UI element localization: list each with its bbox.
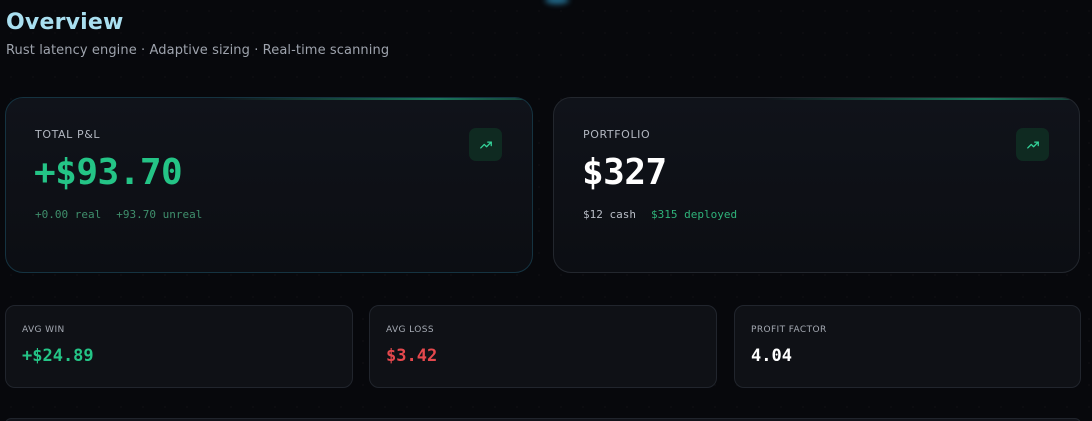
- total-pnl-card: TOTAL P&L +$93.70 +0.00 real +93.70 unre…: [5, 97, 533, 273]
- avg-loss-card: AVG LOSS $3.42: [369, 305, 717, 388]
- portfolio-card: PORTFOLIO $327 $12 cash $315 deployed: [553, 97, 1080, 273]
- profit-factor-label: PROFIT FACTOR: [751, 325, 827, 335]
- portfolio-cash: $12 cash: [583, 208, 636, 221]
- avg-loss-label: AVG LOSS: [386, 325, 434, 335]
- avg-win-label: AVG WIN: [22, 325, 65, 335]
- realized-pnl: +0.00 real: [35, 208, 102, 221]
- portfolio-deployed: $315 deployed: [650, 208, 738, 221]
- page-subtitle: Rust latency engine · Adaptive sizing · …: [6, 43, 390, 58]
- portfolio-label: PORTFOLIO: [583, 128, 651, 141]
- total-pnl-value: +$93.70: [34, 152, 183, 193]
- unrealized-pnl: +93.70 unreal: [116, 208, 203, 221]
- card-top-glow: [216, 98, 532, 100]
- page-header: Overview Rust latency engine · Adaptive …: [6, 10, 389, 58]
- trending-up-icon: [1016, 128, 1049, 161]
- profit-factor-value: 4.04: [751, 346, 792, 366]
- portfolio-breakdown: $12 cash $315 deployed: [583, 208, 737, 221]
- avg-win-value: +$24.89: [22, 346, 94, 366]
- avg-win-card: AVG WIN +$24.89: [5, 305, 353, 388]
- portfolio-value: $327: [582, 152, 667, 193]
- profit-factor-card: PROFIT FACTOR 4.04: [734, 305, 1081, 388]
- card-top-glow: [764, 98, 1079, 100]
- top-glow-indicator: [545, 0, 569, 4]
- total-pnl-breakdown: +0.00 real +93.70 unreal: [35, 208, 202, 221]
- page-title: Overview: [6, 10, 124, 35]
- avg-loss-value: $3.42: [386, 346, 438, 366]
- trending-up-icon: [469, 128, 502, 161]
- total-pnl-label: TOTAL P&L: [35, 128, 101, 141]
